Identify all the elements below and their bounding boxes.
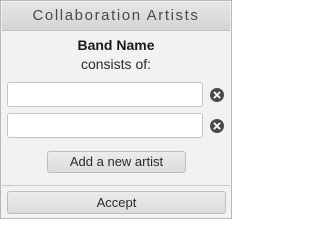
close-circle-icon[interactable] <box>210 88 224 102</box>
close-circle-icon[interactable] <box>210 119 224 133</box>
accept-button[interactable]: Accept <box>7 191 226 214</box>
dialog-title: Collaboration Artists <box>2 2 230 31</box>
consists-of-label: consists of: <box>80 56 152 72</box>
collaboration-artists-dialog: Collaboration Artists Band Name consists… <box>0 0 232 219</box>
artist-input-1[interactable] <box>7 82 203 107</box>
band-name-label: Band Name <box>77 37 155 53</box>
divider <box>2 185 230 186</box>
artist-input-2[interactable] <box>7 113 203 138</box>
add-artist-button[interactable]: Add a new artist <box>47 151 186 173</box>
